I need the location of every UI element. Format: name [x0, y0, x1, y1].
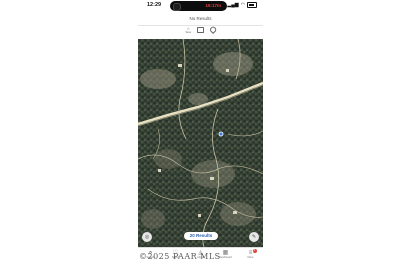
- map-toolbar: ☆ Save: [138, 25, 263, 37]
- header-divider: [138, 25, 263, 26]
- tab-label: More: [247, 256, 254, 259]
- notification-badge: 1: [252, 249, 257, 253]
- battery-icon: [247, 2, 257, 8]
- results-count-button[interactable]: 20 Results: [184, 232, 218, 240]
- live-activity-timer: 15:17m: [205, 3, 221, 9]
- wifi-icon: ◠: [240, 2, 245, 8]
- draw-button[interactable]: ✎: [249, 232, 259, 242]
- dynamic-island[interactable]: 15:17m: [170, 1, 227, 11]
- save-search-label: Save: [185, 31, 192, 34]
- mls-watermark: ©2025 PAAR MLS: [139, 252, 221, 261]
- no-results-label: No Results: [189, 16, 212, 21]
- location-pin-icon: [208, 25, 217, 34]
- tab-label: Dashboard: [219, 256, 232, 259]
- layers-button[interactable]: ◎: [142, 232, 152, 242]
- live-activity-icon: [173, 3, 181, 11]
- status-bar: 12:29 15:17m ▂▄▆ ◠: [138, 0, 263, 12]
- save-search-button[interactable]: ☆ Save: [185, 27, 191, 37]
- list-view-button[interactable]: [197, 27, 205, 37]
- draw-icon: ✎: [251, 234, 257, 240]
- list-icon: [197, 27, 205, 33]
- status-time: 12:29: [147, 2, 162, 8]
- satellite-imagery: [138, 39, 263, 247]
- signal-icon: ▂▄▆: [227, 2, 239, 8]
- layers-icon: ◎: [144, 234, 150, 240]
- status-icons: ▂▄▆ ◠: [227, 2, 257, 8]
- phone-screen: 12:29 15:17m ▂▄▆ ◠ No Results ☆ Save ◎ ✎…: [138, 0, 263, 268]
- tab-more[interactable]: ≡ More 1: [242, 249, 260, 259]
- location-button[interactable]: [208, 25, 217, 37]
- satellite-map[interactable]: ◎ ✎: [138, 39, 263, 247]
